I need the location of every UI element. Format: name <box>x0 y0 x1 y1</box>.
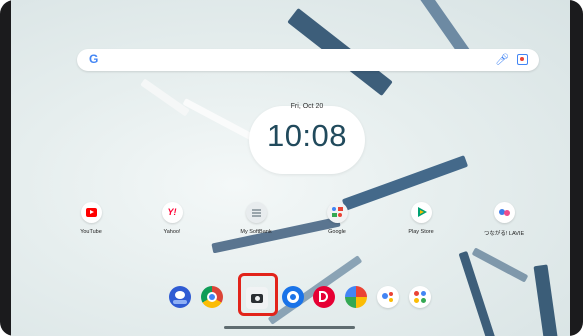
messages-icon[interactable] <box>169 286 191 308</box>
app-label: つながる! LAVIE <box>483 231 525 237</box>
highlight-frame <box>238 273 278 316</box>
app-label: My SoftBank <box>240 229 272 235</box>
google-icon: G <box>89 52 99 66</box>
wallpaper-bar <box>182 98 257 142</box>
apps-icon[interactable] <box>409 286 431 308</box>
clock-widget[interactable]: Fri, Oct 20 10:08 <box>249 103 365 174</box>
tablet-frame: G 🎤︎ Fri, Oct 20 10:08 YouTube Y! Yahoo! <box>0 0 583 336</box>
wallpaper-bar <box>471 247 529 283</box>
lens-icon[interactable] <box>517 54 528 65</box>
wallpaper-bar <box>533 264 559 336</box>
app-yahoo[interactable]: Y! Yahoo! <box>137 202 207 235</box>
time-text: 10:08 <box>266 118 348 153</box>
app-google-folder[interactable]: Google <box>302 202 372 235</box>
app-my-softbank[interactable]: My SoftBank <box>221 202 291 235</box>
app-label: YouTube <box>80 229 102 235</box>
app-youtube[interactable]: YouTube <box>56 202 126 235</box>
google-folder-icon <box>326 202 348 223</box>
settings-icon[interactable] <box>282 286 304 308</box>
chrome-icon[interactable] <box>201 286 223 308</box>
date-text: Fri, Oct 20 <box>290 103 324 110</box>
home-screen: G 🎤︎ Fri, Oct 20 10:08 YouTube Y! Yahoo! <box>11 0 570 336</box>
play-store-icon <box>410 202 432 223</box>
app-label: Yahoo! <box>163 229 181 235</box>
youtube-icon <box>80 202 102 223</box>
microphone-icon[interactable]: 🎤︎ <box>495 53 509 66</box>
app-label: Google <box>328 229 346 235</box>
my-softbank-icon <box>245 202 267 223</box>
lavie-icon <box>493 202 515 223</box>
app-label: Play Store <box>408 229 434 235</box>
photos-icon[interactable] <box>345 286 367 308</box>
assistant-icon[interactable] <box>377 286 399 308</box>
yahoo-glyph: Y! <box>167 207 177 217</box>
app-play-store[interactable]: Play Store <box>386 202 456 235</box>
gesture-handle[interactable] <box>224 326 355 329</box>
d-point-icon[interactable] <box>313 286 335 308</box>
google-search-bar[interactable]: G 🎤︎ <box>77 49 539 71</box>
wallpaper-bar <box>140 78 190 117</box>
app-tsunagaru-lavie[interactable]: つながる! LAVIE <box>469 202 539 237</box>
yahoo-icon: Y! <box>161 202 183 223</box>
